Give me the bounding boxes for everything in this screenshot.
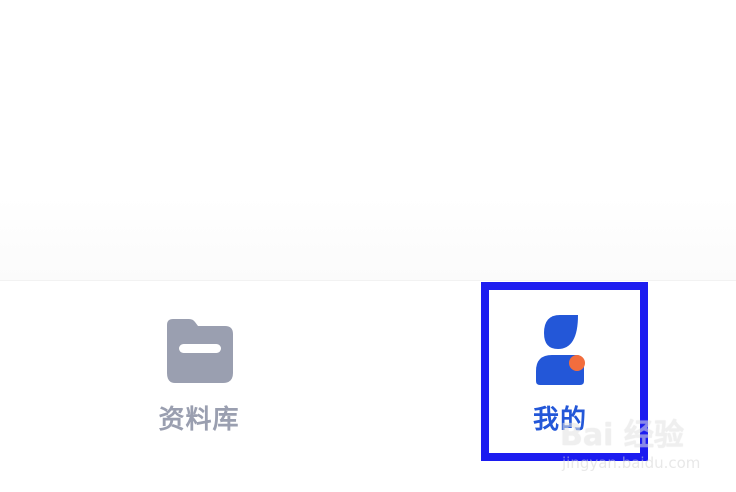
watermark-brand: Bai 经验 xyxy=(560,418,684,453)
notification-badge-icon xyxy=(569,355,585,371)
watermark-url: jingyan.baidu.com xyxy=(562,454,701,472)
user-icon xyxy=(536,315,585,385)
content-area xyxy=(0,0,736,280)
tab-library-label: 资料库 xyxy=(158,405,240,435)
tab-library[interactable]: 资料库 xyxy=(129,311,269,441)
app-screen: 资料库 我的 Bai 经验 jingyan.baidu.com xyxy=(0,0,736,492)
watermark: Bai 经验 jingyan.baidu.com xyxy=(560,410,710,480)
folder-icon xyxy=(167,319,233,383)
